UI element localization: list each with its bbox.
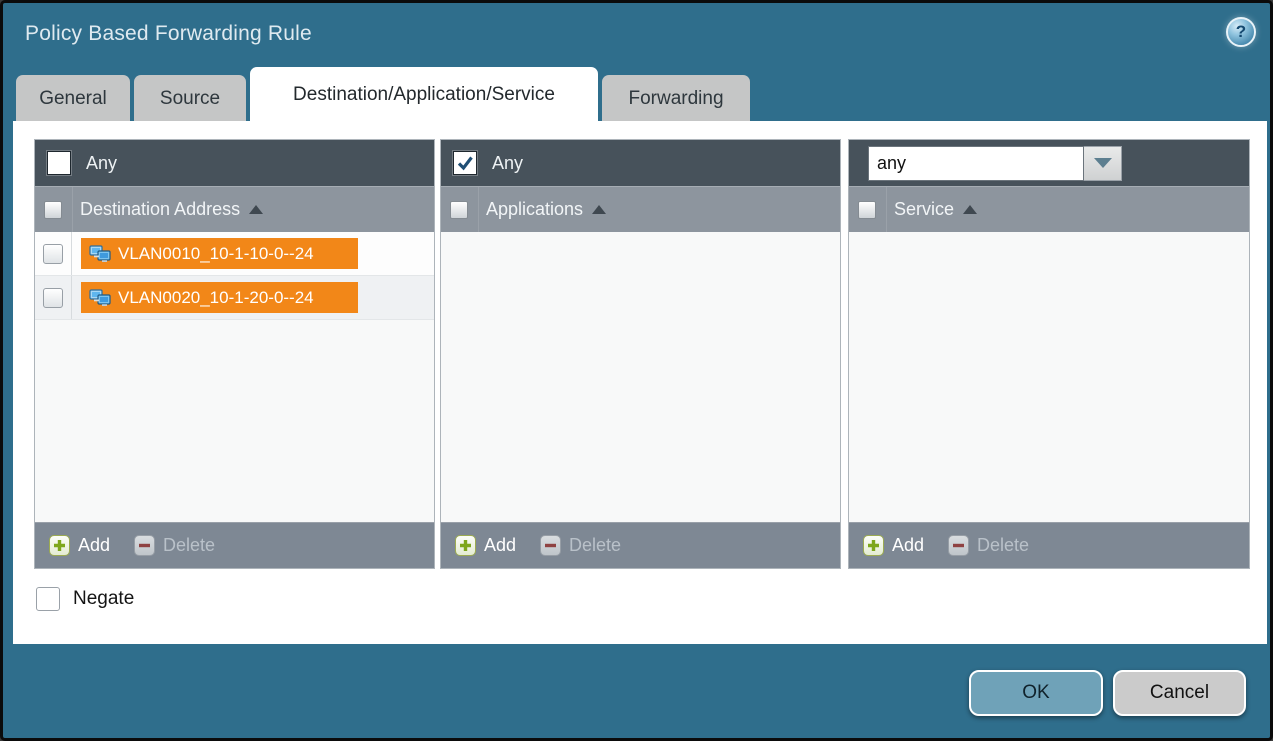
row-checkbox-cell [35, 276, 72, 319]
delete-icon [540, 535, 561, 556]
destination-select-all-checkbox[interactable] [44, 201, 62, 219]
negate-label: Negate [73, 588, 134, 610]
row-checkbox[interactable] [43, 244, 63, 264]
tab-general[interactable]: General [16, 75, 130, 123]
network-icon [89, 245, 111, 263]
add-icon [863, 535, 884, 556]
add-button[interactable]: Add [863, 535, 924, 556]
sort-ascending-icon [249, 205, 263, 214]
sort-ascending-icon [592, 205, 606, 214]
cancel-button[interactable]: Cancel [1113, 670, 1246, 716]
add-button[interactable]: Add [455, 535, 516, 556]
destination-column-label: Destination Address [80, 199, 240, 220]
service-select-all-checkbox[interactable] [858, 201, 876, 219]
applications-any-label: Any [492, 153, 523, 174]
service-type-dropdown[interactable]: any [868, 146, 1122, 181]
delete-icon [948, 535, 969, 556]
tab-source[interactable]: Source [134, 75, 246, 123]
applications-column-label: Applications [486, 199, 583, 220]
applications-panel: Any Applications Add Delete [440, 139, 841, 569]
destination-address-list: VLAN0010_10-1-10-0--24 VLAN00 [35, 232, 434, 522]
table-row[interactable]: VLAN0020_10-1-20-0--24 [35, 276, 434, 320]
service-type-dropdown-value[interactable]: any [868, 146, 1084, 181]
applications-list [441, 232, 840, 522]
pbf-rule-dialog: Policy Based Forwarding Rule ? General S… [0, 0, 1273, 741]
column-separator [478, 187, 479, 232]
address-object-chip[interactable]: VLAN0010_10-1-10-0--24 [81, 238, 358, 269]
add-icon [49, 535, 70, 556]
applications-panel-footer: Add Delete [441, 522, 840, 568]
help-icon[interactable]: ? [1226, 17, 1256, 47]
applications-any-checkbox[interactable] [453, 151, 477, 175]
service-column-header[interactable]: Service [849, 186, 1249, 232]
service-panel-footer: Add Delete [849, 522, 1249, 568]
add-icon [455, 535, 476, 556]
service-panel: any Service Add D [848, 139, 1250, 569]
service-dropdown-bar: any [849, 140, 1249, 186]
row-checkbox[interactable] [43, 288, 63, 308]
address-object-chip[interactable]: VLAN0020_10-1-20-0--24 [81, 282, 358, 313]
add-button[interactable]: Add [49, 535, 110, 556]
negate-row: Negate [36, 587, 134, 611]
address-object-label: VLAN0020_10-1-20-0--24 [118, 288, 314, 308]
chevron-down-icon [1094, 158, 1112, 168]
tab-destination-application-service[interactable]: Destination/Application/Service [250, 67, 598, 123]
destination-panel-footer: Add Delete [35, 522, 434, 568]
tab-forwarding[interactable]: Forwarding [602, 75, 750, 123]
row-checkbox-cell [35, 232, 72, 275]
dropdown-button[interactable] [1084, 146, 1122, 181]
service-list [849, 232, 1249, 522]
table-row[interactable]: VLAN0010_10-1-10-0--24 [35, 232, 434, 276]
delete-button[interactable]: Delete [134, 535, 215, 556]
delete-icon [134, 535, 155, 556]
ok-button[interactable]: OK [969, 670, 1103, 716]
column-separator [72, 187, 73, 232]
delete-button[interactable]: Delete [948, 535, 1029, 556]
destination-any-checkbox[interactable] [47, 151, 71, 175]
tab-bar: General Source Destination/Application/S… [16, 67, 750, 123]
dialog-title: Policy Based Forwarding Rule [25, 22, 312, 46]
applications-any-bar: Any [441, 140, 840, 186]
negate-checkbox[interactable] [36, 587, 60, 611]
delete-button[interactable]: Delete [540, 535, 621, 556]
destination-any-bar: Any [35, 140, 434, 186]
network-icon [89, 289, 111, 307]
service-column-label: Service [894, 199, 954, 220]
sort-ascending-icon [963, 205, 977, 214]
applications-select-all-checkbox[interactable] [450, 201, 468, 219]
column-separator [886, 187, 887, 232]
destination-address-panel: Any Destination Address [34, 139, 435, 569]
destination-column-header[interactable]: Destination Address [35, 186, 434, 232]
address-object-label: VLAN0010_10-1-10-0--24 [118, 244, 314, 264]
applications-column-header[interactable]: Applications [441, 186, 840, 232]
destination-any-label: Any [86, 153, 117, 174]
